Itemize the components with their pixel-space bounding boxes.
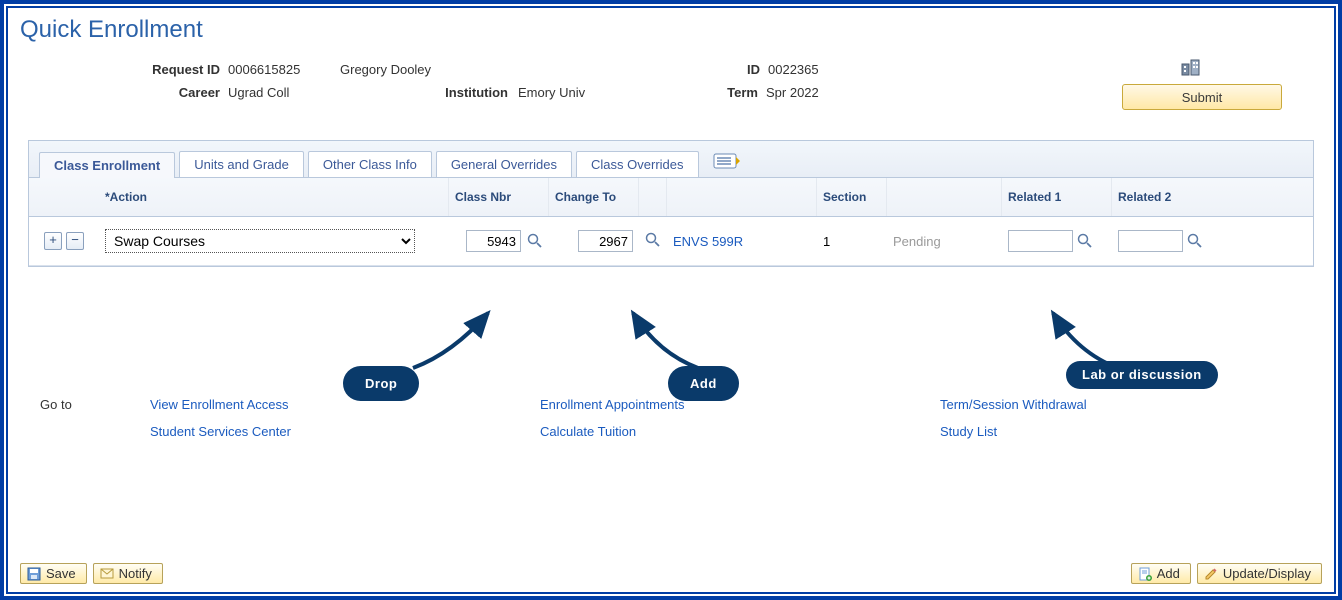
goto-label: Go to	[40, 397, 150, 412]
drop-callout: Drop	[343, 366, 419, 401]
institution-value: Emory Univ	[508, 85, 648, 100]
update-display-button[interactable]: Update/Display	[1197, 563, 1322, 584]
tab-units-grade[interactable]: Units and Grade	[179, 151, 304, 177]
request-id-label: Request ID	[60, 62, 220, 77]
tab-class-enrollment[interactable]: Class Enrollment	[39, 152, 175, 178]
link-study-list[interactable]: Study List	[940, 424, 1240, 439]
building-icon[interactable]	[1180, 56, 1202, 81]
add-label: Add	[1157, 566, 1180, 581]
tabs-row: Class Enrollment Units and Grade Other C…	[29, 141, 1313, 178]
notify-label: Notify	[119, 566, 152, 581]
add-callout: Add	[668, 366, 739, 401]
notify-button[interactable]: Notify	[93, 563, 163, 584]
tab-general-overrides[interactable]: General Overrides	[436, 151, 572, 177]
notify-icon	[100, 568, 114, 580]
header-related1: Related 1	[1002, 178, 1112, 216]
link-calculate-tuition[interactable]: Calculate Tuition	[540, 424, 940, 439]
submit-button[interactable]: Submit	[1122, 84, 1282, 110]
related2-lookup-icon[interactable]	[1187, 233, 1203, 249]
add-row-button[interactable]: +	[44, 232, 62, 250]
header-related2: Related 2	[1112, 178, 1222, 216]
link-enrollment-appointments[interactable]: Enrollment Appointments	[540, 397, 940, 412]
career-value: Ugrad Coll	[220, 85, 340, 100]
add-page-icon	[1138, 567, 1152, 581]
change-to-input[interactable]	[578, 230, 633, 252]
id-label: ID	[600, 62, 760, 77]
related1-input[interactable]	[1008, 230, 1073, 252]
page-title: Quick Enrollment	[20, 16, 1322, 44]
change-to-lookup-icon[interactable]	[645, 232, 661, 248]
header-class-nbr: Class Nbr	[449, 178, 549, 216]
student-name: Gregory Dooley	[340, 62, 600, 77]
term-label: Term	[648, 85, 758, 100]
enrollment-grid: Class Enrollment Units and Grade Other C…	[28, 140, 1314, 267]
class-nbr-lookup-icon[interactable]	[527, 233, 543, 249]
link-view-enrollment-access[interactable]: View Enrollment Access	[150, 397, 540, 412]
career-label: Career	[60, 85, 220, 100]
tab-other-class-info[interactable]: Other Class Info	[308, 151, 432, 177]
link-term-session-withdrawal[interactable]: Term/Session Withdrawal	[940, 397, 1240, 412]
header-section: Section	[817, 178, 887, 216]
related1-lookup-icon[interactable]	[1077, 233, 1093, 249]
course-link[interactable]: ENVS 599R	[667, 228, 817, 255]
update-display-label: Update/Display	[1223, 566, 1311, 581]
add-button[interactable]: Add	[1131, 563, 1191, 584]
class-nbr-input[interactable]	[466, 230, 521, 252]
save-icon	[27, 567, 41, 581]
status-value: Pending	[887, 228, 1002, 255]
link-student-services-center[interactable]: Student Services Center	[150, 424, 540, 439]
institution-label: Institution	[340, 85, 508, 100]
bottom-toolbar: Save Notify Add	[20, 563, 1322, 584]
term-value: Spr 2022	[758, 85, 819, 100]
id-value: 0022365	[760, 62, 819, 77]
tab-class-overrides[interactable]: Class Overrides	[576, 151, 698, 177]
grid-header-row: *Action Class Nbr Change To Section Rela…	[29, 178, 1313, 217]
request-id-value: 0006615825	[220, 62, 340, 77]
lab-callout: Lab or discussion	[1066, 361, 1218, 389]
drop-arrow-icon	[398, 308, 498, 378]
pencil-icon	[1204, 567, 1218, 581]
enrollment-row: + − Swap Courses	[29, 217, 1313, 266]
related2-input[interactable]	[1118, 230, 1183, 252]
header-region: Request ID 0006615825 Gregory Dooley ID …	[60, 62, 1282, 132]
save-label: Save	[46, 566, 76, 581]
header-action: *Action	[99, 178, 449, 216]
header-change-to: Change To	[549, 178, 639, 216]
delete-row-button[interactable]: −	[66, 232, 84, 250]
show-all-columns-icon[interactable]	[713, 153, 743, 171]
section-value: 1	[817, 228, 887, 255]
goto-region: Go to View Enrollment Access Enrollment …	[40, 397, 1302, 439]
action-select[interactable]: Swap Courses	[105, 229, 415, 253]
save-button[interactable]: Save	[20, 563, 87, 584]
